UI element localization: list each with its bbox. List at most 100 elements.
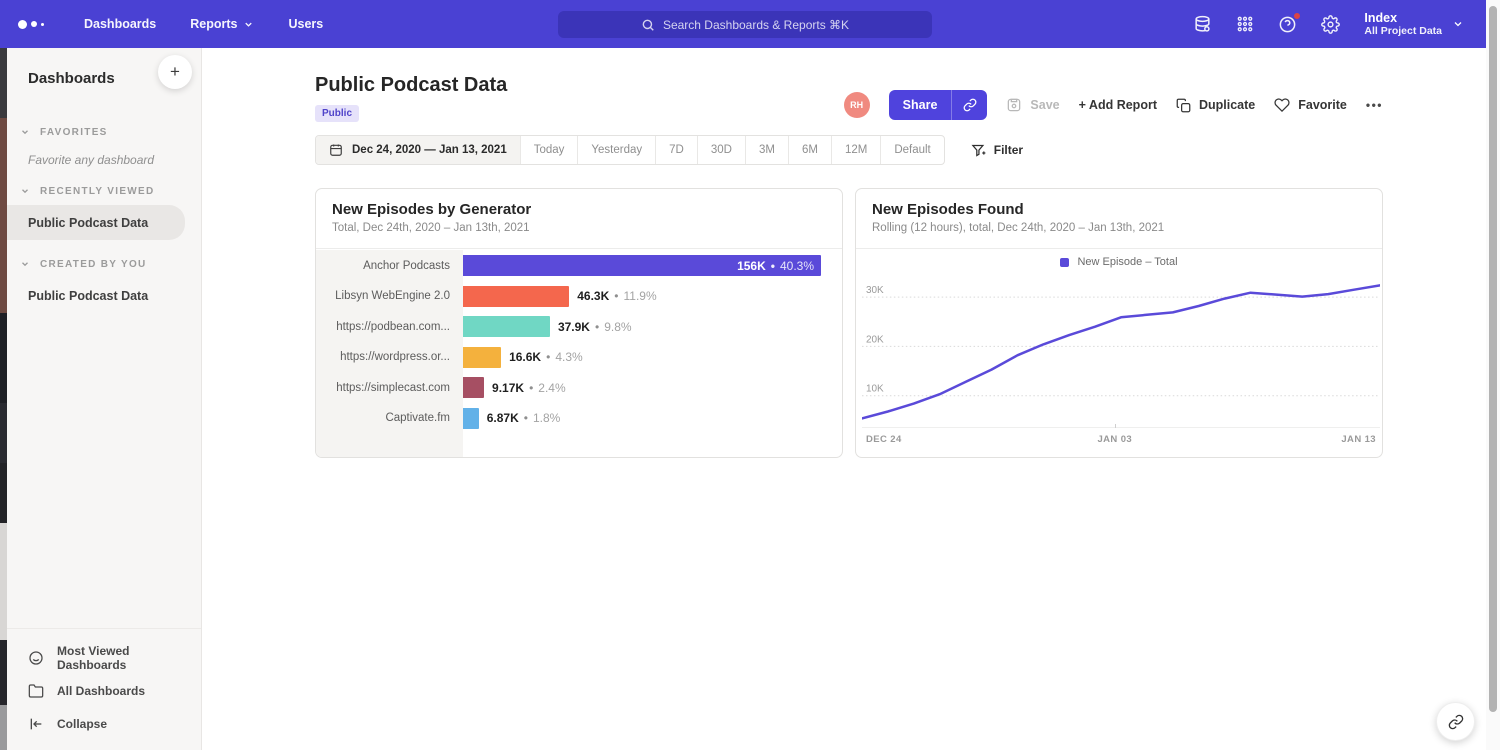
share-link-button[interactable]	[951, 90, 987, 120]
sidebar-title: Dashboards	[28, 70, 115, 87]
mixpanel-logo-icon[interactable]	[18, 20, 58, 29]
chevron-down-icon	[1452, 18, 1464, 30]
search-placeholder: Search Dashboards & Reports ⌘K	[663, 18, 849, 32]
date-preset-default[interactable]: Default	[881, 136, 943, 164]
bar-value-label: 46.3K•11.9%	[577, 286, 656, 307]
calendar-icon	[329, 143, 343, 157]
background-app-strip	[0, 48, 7, 750]
date-preset-7d[interactable]: 7D	[656, 136, 698, 164]
link-icon	[1448, 714, 1464, 730]
bar-segment[interactable]: 156K•40.3%	[463, 255, 821, 276]
add-report-button[interactable]: + Add Report	[1079, 98, 1157, 112]
scrollbar-thumb[interactable]	[1489, 6, 1497, 712]
date-preset-3m[interactable]: 3M	[746, 136, 789, 164]
x-tick-label: JAN 03	[1097, 434, 1132, 445]
line-plot: 10K20K30K DEC 24 JAN 03 JAN 13	[862, 276, 1380, 448]
link-icon	[963, 98, 977, 112]
sidebar-item-public-podcast-data[interactable]: Public Podcast Data	[7, 278, 201, 313]
search-input[interactable]: Search Dashboards & Reports ⌘K	[558, 11, 932, 38]
public-badge: Public	[315, 105, 359, 122]
bar-value-label: 6.87K•1.8%	[487, 408, 561, 429]
favorite-button[interactable]: Favorite	[1274, 97, 1347, 113]
footer-item-label: All Dashboards	[57, 684, 145, 698]
line-chart-title: New Episodes Found	[872, 201, 1366, 218]
nav-item-users[interactable]: Users	[288, 17, 323, 31]
share-button[interactable]: Share	[889, 90, 952, 120]
chevron-down-icon	[243, 19, 254, 30]
line-series[interactable]	[862, 285, 1380, 418]
help-icon[interactable]	[1278, 15, 1297, 34]
bar-segment[interactable]	[463, 316, 550, 337]
project-selector[interactable]: Index All Project Data	[1364, 11, 1464, 38]
sidebar-footer: Most Viewed Dashboards All Dashboards Co…	[7, 628, 201, 750]
more-options-button[interactable]: •••	[1366, 98, 1383, 112]
bar-row: https://simplecast.com9.17K•2.4%	[316, 373, 842, 403]
most-viewed-dashboards-item[interactable]: Most Viewed Dashboards	[7, 641, 201, 674]
nav-item-reports[interactable]: Reports	[190, 17, 254, 31]
legend-label: New Episode – Total	[1077, 256, 1177, 268]
all-dashboards-item[interactable]: All Dashboards	[7, 674, 201, 707]
x-tick-label: DEC 24	[866, 434, 902, 445]
duplicate-button[interactable]: Duplicate	[1176, 98, 1255, 113]
bar-segment[interactable]	[463, 408, 479, 429]
chevron-down-icon	[20, 186, 30, 196]
legend-swatch	[1060, 258, 1069, 267]
bar-category-label: Anchor Podcasts	[316, 260, 463, 272]
bar-chart-card: New Episodes by Generator Total, Dec 24t…	[315, 188, 843, 458]
sidebar-section-recently-viewed[interactable]: RECENTLY VIEWED	[7, 179, 201, 203]
settings-gear-icon[interactable]	[1321, 15, 1340, 34]
heart-icon	[1274, 97, 1290, 113]
share-button-group: Share	[889, 90, 988, 120]
x-axis: DEC 24 JAN 03 JAN 13	[862, 427, 1380, 448]
apps-grid-icon[interactable]	[1236, 15, 1254, 33]
date-preset-12m[interactable]: 12M	[832, 136, 881, 164]
page-title: Public Podcast Data	[315, 74, 507, 97]
duplicate-label: Duplicate	[1199, 98, 1255, 112]
bar-category-label: https://podbean.com...	[316, 321, 463, 333]
copy-link-floating-button[interactable]	[1436, 702, 1475, 741]
add-report-label: + Add Report	[1079, 98, 1157, 112]
bar-row: Anchor Podcasts 156K•40.3%	[316, 251, 842, 281]
date-preset-30d[interactable]: 30D	[698, 136, 746, 164]
footer-item-label: Most Viewed Dashboards	[57, 644, 201, 672]
bar-segment[interactable]	[463, 377, 484, 398]
y-tick-label: 30K	[866, 285, 884, 296]
filter-button[interactable]: Filter	[971, 143, 1023, 158]
x-tick-label: JAN 13	[1341, 434, 1376, 445]
sidebar-item-public-podcast-data[interactable]: Public Podcast Data	[7, 205, 185, 240]
date-preset-yesterday[interactable]: Yesterday	[578, 136, 656, 164]
line-card-header: New Episodes Found Rolling (12 hours), t…	[856, 189, 1382, 249]
date-preset-group: Dec 24, 2020 — Jan 13, 2021 TodayYesterd…	[315, 135, 945, 165]
dashboards-sidebar: Dashboards + FAVORITES Favorite any dashb…	[7, 48, 202, 750]
collapse-sidebar-item[interactable]: Collapse	[7, 707, 201, 740]
bar-segment[interactable]	[463, 347, 501, 368]
save-label: Save	[1030, 98, 1059, 112]
bar-segment[interactable]	[463, 286, 569, 307]
favorite-label: Favorite	[1298, 98, 1347, 112]
sidebar-section-created-by-you[interactable]: CREATED BY YOU	[7, 252, 201, 276]
avatar[interactable]: RH	[844, 92, 870, 118]
save-button[interactable]: Save	[1006, 97, 1059, 113]
bar-row: Captivate.fm6.87K•1.8%	[316, 403, 842, 433]
nav-item-dashboards[interactable]: Dashboards	[84, 17, 156, 31]
bar-row: Libsyn WebEngine 2.046.3K•11.9%	[316, 281, 842, 311]
bar-category-label: https://wordpress.or...	[316, 351, 463, 363]
bar-chart-area: Anchor Podcasts 156K•40.3% Libsyn WebEngin…	[316, 250, 842, 457]
bar-value-label: 156K•40.3%	[737, 255, 814, 276]
date-range-label: Dec 24, 2020 — Jan 13, 2021	[352, 144, 507, 156]
page-scrollbar[interactable]	[1486, 0, 1500, 750]
header-actions: RH Share Save + Add Report Duplicate	[844, 90, 1383, 120]
data-management-icon[interactable]	[1193, 15, 1212, 34]
footer-item-label: Collapse	[57, 717, 107, 731]
primary-nav: Dashboards Reports Users	[84, 17, 323, 31]
smiley-icon	[28, 650, 44, 666]
add-dashboard-button[interactable]: +	[158, 55, 192, 89]
save-icon	[1006, 97, 1022, 113]
sidebar-section-favorites[interactable]: FAVORITES	[7, 120, 201, 144]
date-preset-6m[interactable]: 6M	[789, 136, 832, 164]
bar-row: https://podbean.com...37.9K•9.8%	[316, 312, 842, 342]
date-range-button[interactable]: Dec 24, 2020 — Jan 13, 2021	[316, 136, 521, 164]
chevron-down-icon	[20, 259, 30, 269]
favorites-empty-text: Favorite any dashboard	[28, 153, 201, 167]
date-preset-today[interactable]: Today	[521, 136, 579, 164]
